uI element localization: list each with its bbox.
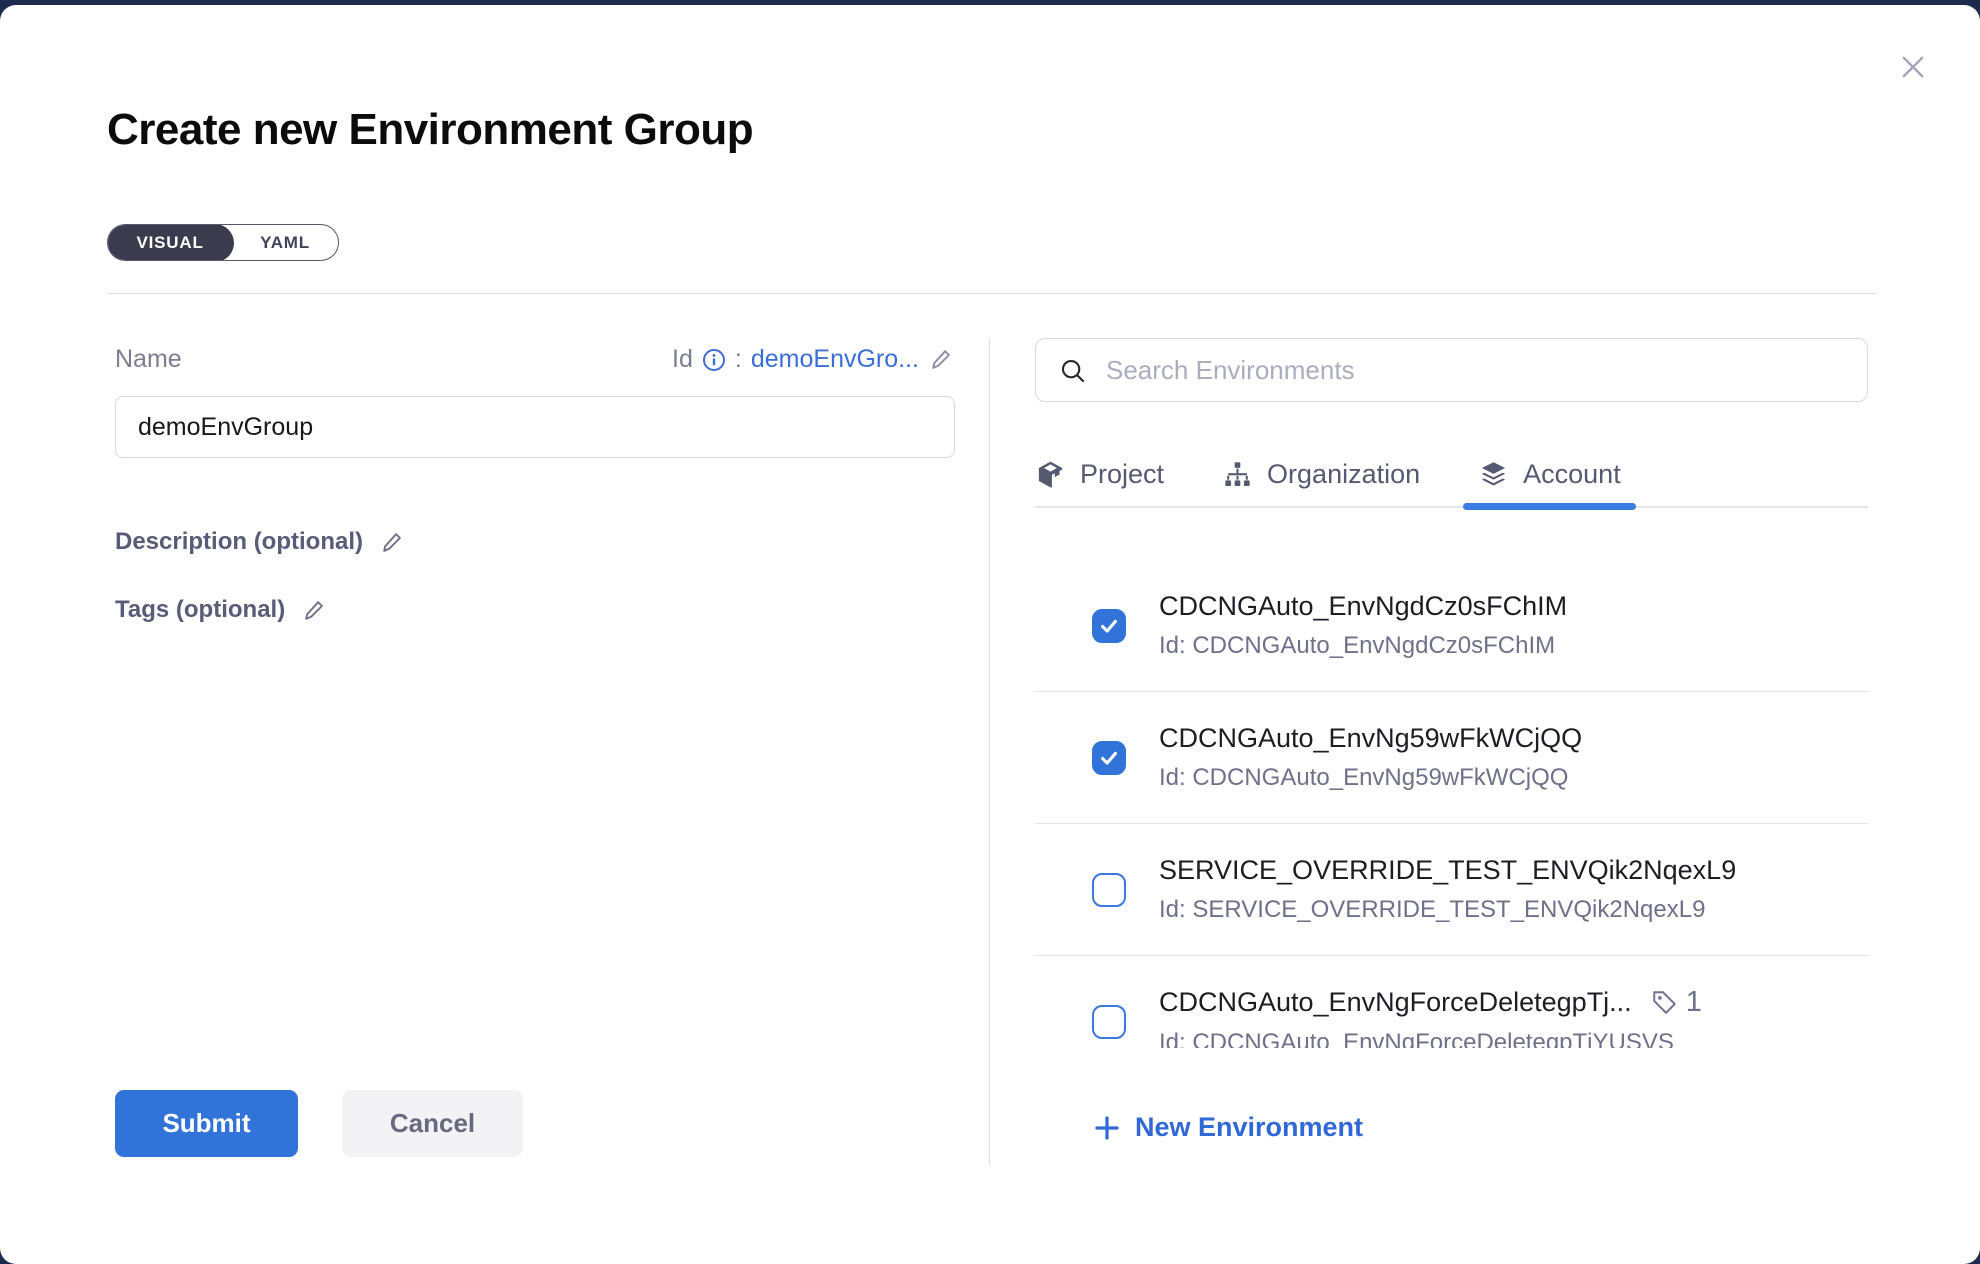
info-icon[interactable] [702, 348, 726, 372]
name-input[interactable] [115, 396, 955, 458]
search-environments-input[interactable] [1036, 339, 1867, 401]
org-chart-icon [1222, 459, 1253, 490]
close-icon [1896, 50, 1930, 84]
tab-account[interactable]: Account [1478, 442, 1621, 506]
environment-row[interactable]: CDCNGAuto_EnvNgdCz0sFChIM Id: CDCNGAuto_… [1035, 560, 1868, 692]
environment-texts: CDCNGAuto_EnvNgdCz0sFChIM Id: CDCNGAuto_… [1159, 591, 1567, 660]
environment-checkbox[interactable] [1092, 741, 1126, 775]
tag-count-badge: 1 [1650, 986, 1702, 1019]
new-environment-label: New Environment [1135, 1112, 1363, 1143]
header-divider [107, 293, 1877, 294]
search-icon [1058, 356, 1088, 386]
new-environment-button[interactable]: New Environment [1092, 1112, 1363, 1143]
name-field-wrap [115, 396, 955, 458]
environment-row[interactable]: CDCNGAuto_EnvNgForceDeletegpTj... 1 Id: … [1035, 956, 1868, 1048]
name-label: Name [115, 345, 182, 374]
environment-id: Id: CDCNGAuto_EnvNgForceDeletegpTjYUSVS [1159, 1029, 1702, 1048]
toggle-visual[interactable]: VISUAL [107, 224, 234, 261]
environment-row[interactable]: SERVICE_OVERRIDE_TEST_ENVQik2NqexL9 Id: … [1035, 824, 1868, 956]
environment-texts: CDCNGAuto_EnvNg59wFkWCjQQ Id: CDCNGAuto_… [1159, 723, 1582, 792]
toggle-yaml[interactable]: YAML [232, 225, 338, 260]
scope-tabs: Project Organization [1035, 442, 1868, 508]
edit-id-pencil-icon[interactable] [928, 346, 955, 373]
environment-row[interactable]: CDCNGAuto_EnvNg59wFkWCjQQ Id: CDCNGAuto_… [1035, 692, 1868, 824]
environment-checkbox[interactable] [1092, 1005, 1126, 1039]
environment-texts: SERVICE_OVERRIDE_TEST_ENVQik2NqexL9 Id: … [1159, 855, 1736, 924]
environment-title: SERVICE_OVERRIDE_TEST_ENVQik2NqexL9 [1159, 855, 1736, 886]
environment-list: CDCNGAuto_EnvNgdCz0sFChIM Id: CDCNGAuto_… [1035, 560, 1868, 1048]
tab-project-label: Project [1080, 459, 1164, 490]
tab-project[interactable]: Project [1035, 442, 1164, 506]
environment-title: CDCNGAuto_EnvNgdCz0sFChIM [1159, 591, 1567, 622]
tab-organization-label: Organization [1267, 459, 1420, 490]
environment-texts: CDCNGAuto_EnvNgForceDeletegpTj... 1 Id: … [1159, 986, 1702, 1048]
tag-icon [1650, 988, 1679, 1017]
environment-id: Id: CDCNGAuto_EnvNgdCz0sFChIM [1159, 632, 1567, 660]
create-env-group-dialog: Create new Environment Group VISUAL YAML… [0, 5, 1980, 1264]
check-icon [1098, 615, 1120, 637]
environment-checkbox[interactable] [1092, 609, 1126, 643]
id-prefix-label: Id [672, 345, 693, 374]
edit-tags-pencil-icon[interactable] [301, 597, 328, 624]
dialog-title: Create new Environment Group [107, 105, 753, 155]
column-divider [989, 338, 990, 1165]
close-button[interactable] [1896, 45, 1940, 89]
id-value-link[interactable]: demoEnvGro... [751, 345, 919, 374]
tab-organization[interactable]: Organization [1222, 442, 1420, 506]
description-label: Description (optional) [115, 528, 363, 556]
check-icon [1098, 747, 1120, 769]
id-separator: : [735, 345, 742, 374]
id-group: Id : demoEnvGro... [672, 345, 955, 374]
environment-checkbox[interactable] [1092, 873, 1126, 907]
search-box [1035, 338, 1868, 402]
layers-icon [1478, 459, 1509, 490]
environment-title: CDCNGAuto_EnvNgForceDeletegpTj... [1159, 987, 1632, 1018]
description-row: Description (optional) [115, 528, 406, 556]
environment-title: CDCNGAuto_EnvNg59wFkWCjQQ [1159, 723, 1582, 754]
name-id-row: Name Id : demoEnvGro... [115, 345, 955, 374]
tags-label: Tags (optional) [115, 596, 285, 624]
environments-panel: Project Organization [1035, 338, 1868, 1143]
tab-account-label: Account [1523, 459, 1621, 490]
environment-id: Id: SERVICE_OVERRIDE_TEST_ENVQik2NqexL9 [1159, 896, 1736, 924]
cube-icon [1035, 459, 1066, 490]
environment-id: Id: CDCNGAuto_EnvNg59wFkWCjQQ [1159, 764, 1582, 792]
cancel-button[interactable]: Cancel [342, 1090, 523, 1157]
submit-button[interactable]: Submit [115, 1090, 298, 1157]
edit-description-pencil-icon[interactable] [379, 529, 406, 556]
tag-count: 1 [1686, 986, 1702, 1019]
plus-icon [1092, 1113, 1122, 1143]
tags-row: Tags (optional) [115, 596, 328, 624]
visual-yaml-toggle: VISUAL YAML [107, 224, 339, 261]
